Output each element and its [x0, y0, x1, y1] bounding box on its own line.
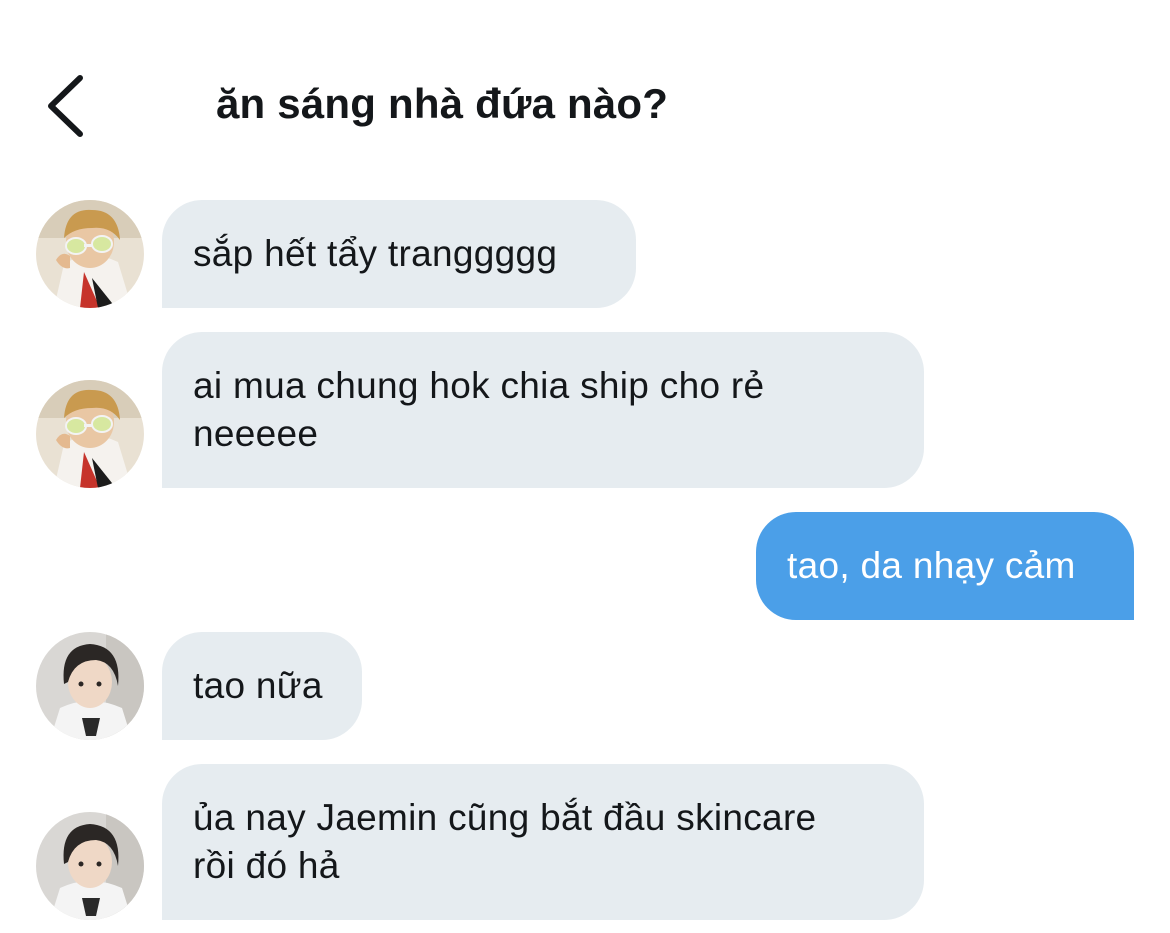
- message-bubble-incoming[interactable]: tao nữa: [162, 632, 362, 740]
- message-text: neeeee: [193, 413, 319, 454]
- message-text: rồi đó hả: [193, 845, 340, 886]
- avatar[interactable]: [36, 632, 144, 740]
- avatar[interactable]: [36, 200, 144, 308]
- user-photo-icon: [36, 200, 144, 308]
- user-photo-icon: [36, 380, 144, 488]
- message-text: ai mua chung hok chia ship cho rẻ: [193, 365, 765, 406]
- user-photo-icon: [36, 632, 144, 740]
- avatar[interactable]: [36, 380, 144, 488]
- message-bubble-outgoing[interactable]: tao, da nhạy cảm: [756, 512, 1134, 620]
- avatar[interactable]: [36, 812, 144, 920]
- message-bubble-incoming[interactable]: ai mua chung hok chia ship cho rẻ neeeee: [162, 332, 924, 488]
- message-bubble-incoming[interactable]: ủa nay Jaemin cũng bắt đầu skincare rồi …: [162, 764, 924, 920]
- message-text: sắp hết tẩy tranggggg: [193, 233, 558, 274]
- message-bubble-incoming[interactable]: sắp hết tẩy tranggggg: [162, 200, 636, 308]
- message-thread: sắp hết tẩy tranggggg ai mua chung hok c…: [0, 0, 1170, 933]
- message-text: ủa nay Jaemin cũng bắt đầu skincare: [193, 797, 817, 838]
- user-photo-icon: [36, 812, 144, 920]
- message-text: tao, da nhạy cảm: [787, 545, 1076, 586]
- message-text: tao nữa: [193, 665, 323, 706]
